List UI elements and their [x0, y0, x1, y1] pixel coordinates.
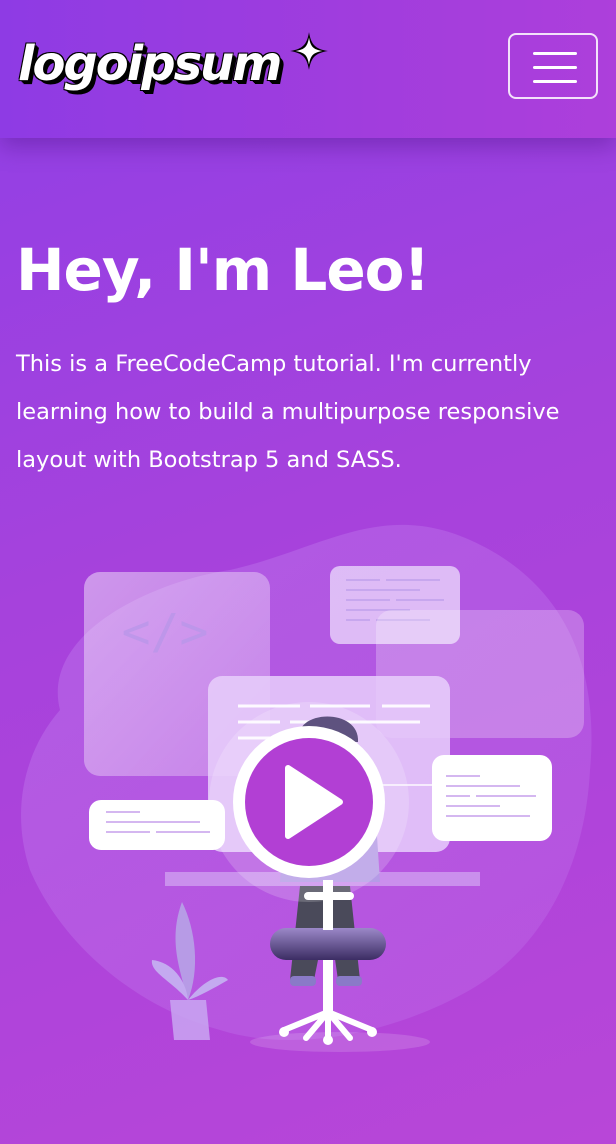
- hamburger-bar: [533, 66, 577, 69]
- hero-title: Hey, I'm Leo!: [16, 236, 430, 304]
- hamburger-menu-icon: [533, 52, 577, 55]
- navbar: logoipsum: [0, 0, 616, 138]
- snippet-card-right: [432, 755, 552, 841]
- navbar-toggler-button[interactable]: [508, 33, 598, 99]
- hamburger-bar: [533, 80, 577, 83]
- snippet-card-left: [89, 800, 225, 850]
- code-symbol-text: </>: [122, 604, 209, 660]
- play-video-button[interactable]: [234, 727, 384, 877]
- sparkle-icon: [290, 32, 328, 70]
- brand-text: logoipsum: [18, 36, 282, 92]
- hero-description: This is a FreeCodeCamp tutorial. I'm cur…: [16, 351, 560, 473]
- brand-logo[interactable]: logoipsum: [14, 30, 328, 110]
